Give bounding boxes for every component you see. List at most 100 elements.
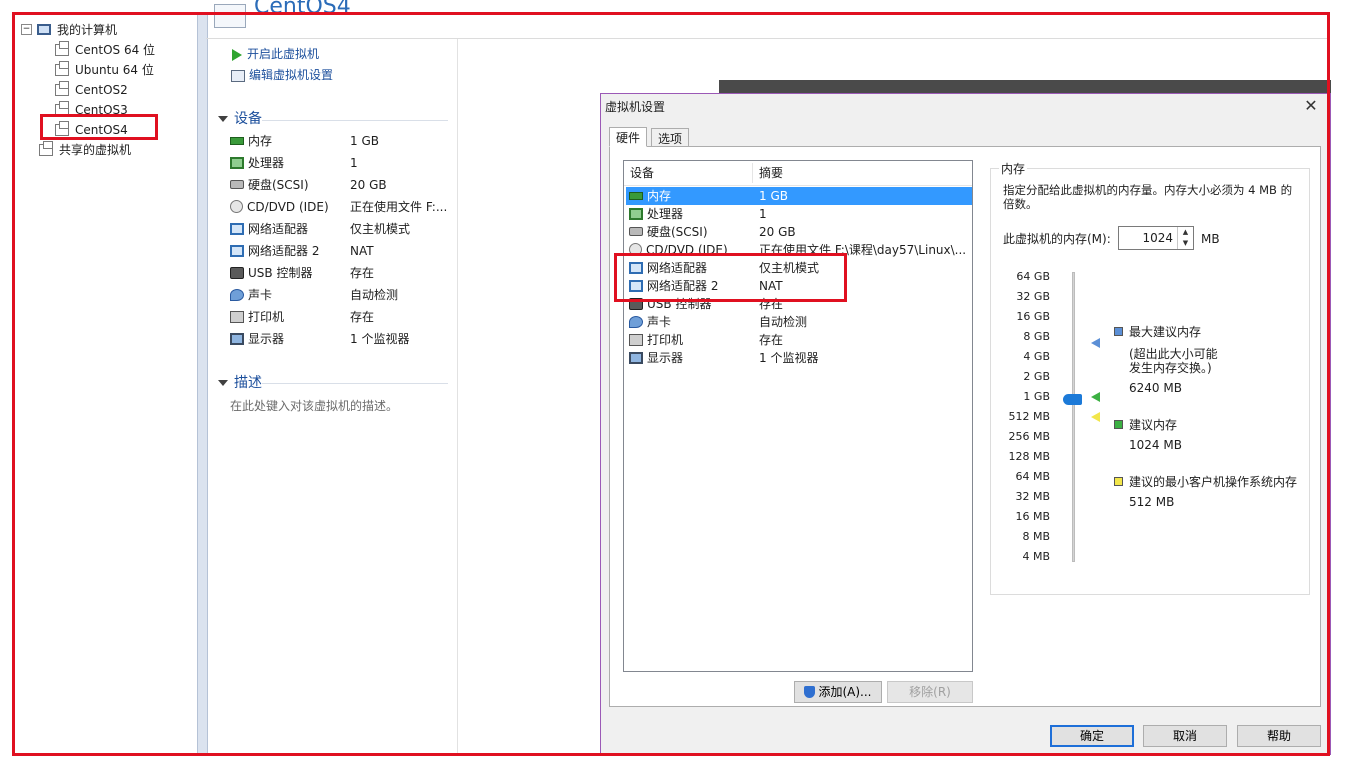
tree-item-ubuntu-64[interactable]: Ubuntu 64 位: [55, 60, 154, 80]
description-field[interactable]: 在此处键入对该虚拟机的描述。: [230, 397, 398, 414]
hardware-summary: 存在: [759, 333, 784, 347]
scale-tick: 2 GB: [1023, 370, 1050, 383]
scale-tick: 32 MB: [1015, 490, 1050, 503]
tree-item-centos-64[interactable]: CentOS 64 位: [55, 40, 155, 60]
settings-icon: [231, 69, 245, 82]
add-hardware-button[interactable]: 添加(A)...: [794, 681, 882, 703]
spinner-buttons: ▲ ▼: [1177, 227, 1193, 249]
collapse-triangle-icon: [218, 380, 228, 386]
hardware-list[interactable]: 设备 摘要 内存 1 GB 处理器 1 硬盘(SCSI) 20 GB CD/DVD (…: [623, 160, 973, 672]
device-name: 处理器: [230, 152, 350, 174]
max-recommended-note-2: 发生内存交换。): [1129, 361, 1212, 375]
ok-button[interactable]: 确定: [1050, 725, 1134, 747]
device-value: 1 个监视器: [350, 332, 410, 346]
printer-icon: [230, 310, 244, 323]
device-name: 硬盘(SCSI): [230, 174, 350, 196]
device-name: 声卡: [230, 284, 350, 306]
section-divider: [262, 120, 448, 121]
description-section-header[interactable]: 描述: [218, 373, 262, 393]
device-name: 内存: [230, 130, 350, 152]
memory-slider-track[interactable]: [1072, 272, 1075, 562]
highlight-box-network-adapters: [614, 253, 847, 302]
hardware-name-text: 硬盘(SCSI): [647, 225, 708, 239]
vm-title: CentOS4: [254, 0, 351, 19]
device-name-text: CD/DVD (IDE): [247, 200, 329, 214]
description-header-label: 描述: [234, 375, 262, 391]
hardware-row-monitor[interactable]: 显示器 1 个监视器: [626, 349, 972, 367]
spin-down-icon[interactable]: ▼: [1178, 238, 1193, 249]
vm-icon: [55, 80, 69, 96]
edit-settings-label: 编辑虚拟机设置: [249, 68, 334, 82]
scale-tick: 8 MB: [1022, 530, 1050, 543]
hardware-name: 打印机: [629, 331, 753, 349]
scale-tick: 4 MB: [1022, 550, 1050, 563]
hardware-summary: 自动检测: [759, 315, 808, 329]
column-separator[interactable]: [752, 163, 753, 183]
column-header-device[interactable]: 设备: [630, 161, 654, 185]
hardware-row-memory[interactable]: 内存 1 GB: [626, 187, 972, 205]
device-value: 20 GB: [350, 178, 387, 192]
hardware-name-text: 处理器: [647, 207, 684, 221]
cpu-icon: [629, 207, 643, 220]
tree-root-label: 我的计算机: [57, 23, 118, 37]
device-name-text: USB 控制器: [248, 266, 313, 280]
hardware-row-hdd[interactable]: 硬盘(SCSI) 20 GB: [626, 223, 972, 241]
scale-tick: 256 MB: [1008, 430, 1050, 443]
recommended-title: 建议内存: [1129, 418, 1178, 432]
shield-icon: [804, 685, 816, 698]
memory-value[interactable]: 1024: [1142, 227, 1173, 249]
recommended-value: 1024 MB: [1129, 438, 1182, 452]
spin-up-icon[interactable]: ▲: [1178, 227, 1193, 238]
tab-options[interactable]: 选项: [651, 128, 690, 147]
help-button[interactable]: 帮助: [1237, 725, 1321, 747]
tree-item-centos2[interactable]: CentOS2: [55, 80, 128, 100]
collapse-icon[interactable]: −: [21, 24, 32, 35]
scale-tick: 1 GB: [1023, 390, 1050, 403]
power-on-link[interactable]: 开启此虚拟机: [232, 44, 319, 64]
remove-button-label: 移除(R): [909, 685, 951, 699]
tree-root-my-computer[interactable]: − 我的计算机: [21, 20, 117, 40]
usb-icon: [230, 266, 244, 279]
hardware-row-printer[interactable]: 打印机 存在: [626, 331, 972, 349]
memory-spinbox[interactable]: 1024 ▲ ▼: [1118, 226, 1194, 250]
hardware-row-cpu[interactable]: 处理器 1: [626, 205, 972, 223]
section-divider: [262, 383, 448, 384]
device-name: USB 控制器: [230, 262, 350, 284]
device-name-text: 网络适配器: [248, 222, 309, 236]
hardware-name-text: 显示器: [647, 351, 684, 365]
network-icon: [230, 222, 244, 235]
hardware-name: 内存: [629, 187, 753, 205]
close-icon[interactable]: ✕: [1301, 96, 1321, 115]
max-recommended-title: 最大建议内存: [1129, 325, 1202, 339]
hardware-name-text: 内存: [647, 189, 672, 203]
device-value: 1 GB: [350, 134, 379, 148]
hardware-row-sound[interactable]: 声卡 自动检测: [626, 313, 972, 331]
dialog-title: 虚拟机设置: [605, 100, 666, 114]
scale-tick: 512 MB: [1008, 410, 1050, 423]
max-recommended-swatch: [1114, 327, 1123, 336]
pane-splitter[interactable]: [197, 15, 208, 755]
device-name-text: 声卡: [248, 288, 273, 302]
tree-item-label: Ubuntu 64 位: [75, 63, 154, 77]
vm-icon: [55, 60, 69, 76]
column-header-summary[interactable]: 摘要: [759, 161, 783, 185]
scale-tick: 16 GB: [1016, 310, 1050, 323]
min-recommended-value: 512 MB: [1129, 495, 1175, 509]
min-recommended-marker-icon: [1091, 412, 1100, 422]
tab-hardware[interactable]: 硬件: [609, 127, 648, 147]
device-value: 仅主机模式: [350, 222, 411, 236]
cancel-button[interactable]: 取消: [1143, 725, 1227, 747]
device-name-text: 打印机: [248, 310, 285, 324]
device-name: 打印机: [230, 306, 350, 328]
device-value: 正在使用文件 F:...: [350, 200, 448, 214]
edit-settings-link[interactable]: 编辑虚拟机设置: [231, 65, 333, 85]
hardware-summary: 20 GB: [759, 225, 796, 239]
device-value: 1: [350, 156, 358, 170]
devices-section-header[interactable]: 设备: [218, 109, 262, 129]
tree-item-shared-vms[interactable]: 共享的虚拟机: [39, 140, 131, 160]
memory-slider-thumb[interactable]: [1063, 394, 1082, 405]
tree-item-label: 共享的虚拟机: [59, 143, 132, 157]
remove-hardware-button[interactable]: 移除(R): [887, 681, 973, 703]
network-icon: [230, 244, 244, 257]
tree-item-label: CentOS 64 位: [75, 43, 156, 57]
